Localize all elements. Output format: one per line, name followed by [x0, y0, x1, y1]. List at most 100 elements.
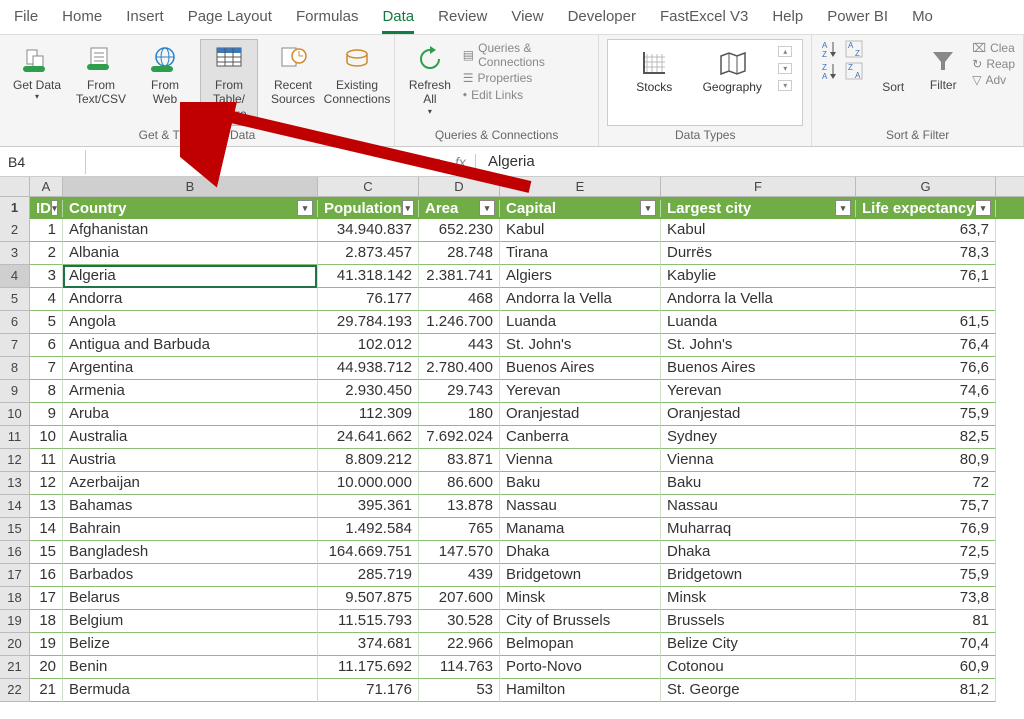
cell-id[interactable]: 20 [30, 656, 63, 679]
th-id[interactable]: ID▾ [30, 200, 63, 217]
cell-country[interactable]: Angola [63, 311, 318, 334]
cell-population[interactable]: 1.492.584 [318, 518, 419, 541]
row-header[interactable]: 4 [0, 265, 30, 288]
cell-id[interactable]: 16 [30, 564, 63, 587]
cell-area[interactable]: 29.743 [419, 380, 500, 403]
cell-life-expectancy[interactable]: 72,5 [856, 541, 996, 564]
sort-za-icon[interactable]: ZA [844, 61, 864, 81]
tab-mo[interactable]: Mo [912, 4, 933, 34]
gallery-down-icon[interactable]: ▾ [778, 63, 792, 74]
cell-id[interactable]: 17 [30, 587, 63, 610]
cell-id[interactable]: 1 [30, 219, 63, 242]
filter-button-country[interactable]: ▾ [297, 200, 313, 216]
cell-country[interactable]: Bangladesh [63, 541, 318, 564]
cell-capital[interactable]: Buenos Aires [500, 357, 661, 380]
cell-country[interactable]: Aruba [63, 403, 318, 426]
th-cap[interactable]: Capital▾ [500, 200, 661, 217]
cell-area[interactable]: 83.871 [419, 449, 500, 472]
cell-area[interactable]: 30.528 [419, 610, 500, 633]
cell-id[interactable]: 11 [30, 449, 63, 472]
recent-sources-button[interactable]: Recent Sources [264, 39, 322, 112]
cell-area[interactable]: 7.692.024 [419, 426, 500, 449]
cell-country[interactable]: Antigua and Barbuda [63, 334, 318, 357]
cell-largest-city[interactable]: Muharraq [661, 518, 856, 541]
cell-largest-city[interactable]: Kabul [661, 219, 856, 242]
cell-life-expectancy[interactable]: 75,7 [856, 495, 996, 518]
col-header-A[interactable]: A [30, 177, 63, 196]
cell-largest-city[interactable]: Luanda [661, 311, 856, 334]
cell-capital[interactable]: Kabul [500, 219, 661, 242]
cell-life-expectancy[interactable]: 81,2 [856, 679, 996, 702]
cell-capital[interactable]: City of Brussels [500, 610, 661, 633]
cell-capital[interactable]: Algiers [500, 265, 661, 288]
cell-life-expectancy[interactable]: 72 [856, 472, 996, 495]
cell-id[interactable]: 18 [30, 610, 63, 633]
advanced-button[interactable]: ▽Adv [972, 73, 1015, 87]
cell-country[interactable]: Belize [63, 633, 318, 656]
row-header[interactable]: 18 [0, 587, 30, 610]
cell-capital[interactable]: Vienna [500, 449, 661, 472]
filter-button-cap[interactable]: ▾ [640, 200, 656, 216]
cell-id[interactable]: 2 [30, 242, 63, 265]
from-table-range-button[interactable]: From Table/ Range [200, 39, 258, 126]
cell-country[interactable]: Austria [63, 449, 318, 472]
cell-area[interactable]: 468 [419, 288, 500, 311]
cell-id[interactable]: 13 [30, 495, 63, 518]
sort-az-icon[interactable]: AZ [844, 39, 864, 59]
filter-button-pop[interactable]: ▾ [402, 200, 415, 216]
tab-developer[interactable]: Developer [568, 4, 636, 34]
cell-largest-city[interactable]: Vienna [661, 449, 856, 472]
cell-largest-city[interactable]: Cotonou [661, 656, 856, 679]
th-life[interactable]: Life expectancy▾ [856, 200, 996, 217]
select-all-corner[interactable] [0, 177, 30, 196]
cell-country[interactable]: Benin [63, 656, 318, 679]
get-data-button[interactable]: Get Data ▾ [8, 39, 66, 107]
edit-links-button[interactable]: ⬩Edit Links [463, 87, 590, 102]
cell-country[interactable]: Andorra [63, 288, 318, 311]
th-country[interactable]: Country▾ [63, 200, 318, 217]
cell-life-expectancy[interactable]: 76,6 [856, 357, 996, 380]
cell-capital[interactable]: Hamilton [500, 679, 661, 702]
cell-population[interactable]: 2.930.450 [318, 380, 419, 403]
cell-largest-city[interactable]: Yerevan [661, 380, 856, 403]
name-box[interactable]: B4 [0, 150, 86, 174]
row-header[interactable]: 8 [0, 357, 30, 380]
cell-life-expectancy[interactable]: 61,5 [856, 311, 996, 334]
cell-largest-city[interactable]: Nassau [661, 495, 856, 518]
cell-largest-city[interactable]: Bridgetown [661, 564, 856, 587]
cell-population[interactable]: 374.681 [318, 633, 419, 656]
cell-capital[interactable]: Minsk [500, 587, 661, 610]
cell-id[interactable]: 15 [30, 541, 63, 564]
cell-capital[interactable]: Yerevan [500, 380, 661, 403]
tab-file[interactable]: File [14, 4, 38, 34]
filter-button-id[interactable]: ▾ [51, 200, 58, 216]
clear-button[interactable]: ⌧Clea [972, 41, 1015, 55]
tab-fastexcel-v3[interactable]: FastExcel V3 [660, 4, 748, 34]
cell-life-expectancy[interactable]: 73,8 [856, 587, 996, 610]
cell-capital[interactable]: Tirana [500, 242, 661, 265]
cell-area[interactable]: 2.381.741 [419, 265, 500, 288]
row-header[interactable]: 6 [0, 311, 30, 334]
refresh-all-button[interactable]: Refresh All ▾ [403, 39, 457, 121]
gallery-more-icon[interactable]: ▾ [778, 80, 792, 91]
cell-population[interactable]: 11.515.793 [318, 610, 419, 633]
row-header[interactable]: 13 [0, 472, 30, 495]
cell-life-expectancy[interactable]: 80,9 [856, 449, 996, 472]
cell-population[interactable]: 9.507.875 [318, 587, 419, 610]
col-header-F[interactable]: F [661, 177, 856, 196]
gallery-up-icon[interactable]: ▴ [778, 46, 792, 57]
col-header-C[interactable]: C [318, 177, 419, 196]
col-header-E[interactable]: E [500, 177, 661, 196]
row-header[interactable]: 5 [0, 288, 30, 311]
cell-life-expectancy[interactable]: 76,9 [856, 518, 996, 541]
row-header[interactable]: 3 [0, 242, 30, 265]
cell-id[interactable]: 5 [30, 311, 63, 334]
queries-connections-button[interactable]: ▤Queries & Connections [463, 41, 590, 69]
cell-population[interactable]: 71.176 [318, 679, 419, 702]
cell-country[interactable]: Barbados [63, 564, 318, 587]
cell-area[interactable]: 2.780.400 [419, 357, 500, 380]
cell-country[interactable]: Belarus [63, 587, 318, 610]
row-header[interactable]: 10 [0, 403, 30, 426]
cell-population[interactable]: 76.177 [318, 288, 419, 311]
row-header[interactable]: 9 [0, 380, 30, 403]
